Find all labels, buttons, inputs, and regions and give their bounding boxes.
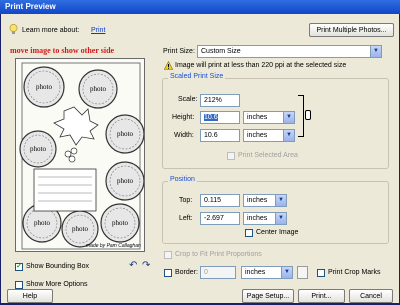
height-value: 10.6: [204, 114, 218, 121]
learn-more-link[interactable]: Print: [91, 27, 105, 34]
chain-link-icon[interactable]: [305, 110, 311, 120]
print-preview-image[interactable]: photo photo photo photo photo photo phot…: [15, 58, 145, 252]
photo-label: photo: [36, 83, 52, 91]
crop-to-fit-label: Crop to Fit Print Proportions: [175, 251, 262, 258]
left-unit-select[interactable]: inches ▼: [243, 212, 287, 225]
border-checkbox[interactable]: [164, 269, 172, 277]
chevron-down-icon: ▼: [283, 112, 294, 123]
photo-label: photo: [72, 225, 88, 233]
print-size-value: Custom Size: [201, 48, 241, 55]
border-color-swatch[interactable]: [297, 266, 308, 279]
print-selected-area-checkbox[interactable]: [227, 152, 235, 160]
window-title: Print Preview: [5, 2, 56, 11]
chevron-down-icon: ▼: [370, 46, 381, 57]
scale-label: Scale:: [178, 96, 198, 103]
width-input[interactable]: 10.6: [200, 129, 240, 142]
width-unit-value: inches: [247, 132, 268, 139]
show-bounding-box-label: Show Bounding Box: [26, 263, 90, 270]
top-input[interactable]: 0.115: [200, 194, 240, 207]
preview-overlay-caption: move image to show other side: [10, 46, 115, 55]
height-input[interactable]: 10.6: [200, 111, 240, 124]
border-label: Border:: [175, 269, 198, 276]
position-legend: Position: [168, 176, 197, 183]
photo-label: photo: [34, 219, 50, 227]
photo-label: photo: [30, 145, 46, 153]
crop-to-fit-checkbox[interactable]: [164, 251, 172, 259]
cancel-button[interactable]: Cancel: [349, 289, 393, 303]
help-button[interactable]: Help: [7, 289, 53, 303]
print-size-warning: Image will print at less than 220 ppi at…: [175, 62, 347, 69]
chevron-down-icon: ▼: [281, 267, 292, 278]
width-unit-select[interactable]: inches ▼: [243, 129, 295, 142]
print-button[interactable]: Print...: [298, 289, 345, 303]
warning-icon: [163, 60, 174, 70]
center-image-checkbox[interactable]: [245, 229, 253, 237]
footer-credit: made by Pam Callaghan: [86, 243, 141, 249]
page-setup-button[interactable]: Page Setup...: [242, 289, 294, 303]
show-more-options-checkbox[interactable]: [15, 281, 23, 289]
height-unit-select[interactable]: inches ▼: [243, 111, 295, 124]
print-size-select[interactable]: Custom Size ▼: [197, 45, 382, 58]
print-preview-dialog: Learn more about: Print Print Multiple P…: [1, 14, 399, 303]
left-label: Left:: [179, 215, 193, 222]
show-more-options-label: Show More Options: [26, 281, 88, 288]
constrain-proportions-bracket: [298, 95, 304, 137]
height-label: Height:: [172, 114, 195, 121]
photo-label: photo: [112, 219, 128, 227]
border-unit-select[interactable]: inches ▼: [241, 266, 293, 279]
top-label: Top:: [179, 197, 193, 204]
lightbulb-icon: [9, 24, 18, 35]
center-image-label: Center Image: [256, 229, 299, 236]
learn-more-label: Learn more about:: [22, 27, 80, 34]
chevron-down-icon: ▼: [283, 130, 294, 141]
print-crop-marks-label: Print Crop Marks: [328, 269, 381, 276]
left-input[interactable]: -2.697: [200, 212, 240, 225]
rotate-left-icon[interactable]: ↶: [129, 261, 139, 271]
print-crop-marks-checkbox[interactable]: [317, 269, 325, 277]
height-unit-value: inches: [247, 114, 268, 121]
border-unit-value: inches: [245, 269, 266, 276]
print-selected-area-label: Print Selected Area: [238, 152, 298, 159]
top-unit-value: inches: [247, 197, 268, 204]
print-multiple-photos-button[interactable]: Print Multiple Photos...: [309, 23, 394, 37]
chevron-down-icon: ▼: [275, 213, 286, 224]
title-bar: Print Preview: [0, 0, 400, 14]
photo-label: photo: [117, 177, 133, 185]
rotate-right-icon[interactable]: ↷: [142, 261, 152, 271]
show-bounding-box-checkbox[interactable]: ✓: [15, 263, 23, 271]
border-input[interactable]: 0: [200, 266, 236, 279]
photo-label: photo: [90, 85, 106, 93]
width-label: Width:: [174, 132, 194, 139]
left-unit-value: inches: [247, 215, 268, 222]
scale-input[interactable]: 212%: [200, 94, 240, 107]
top-unit-select[interactable]: inches ▼: [243, 194, 287, 207]
print-size-label: Print Size:: [163, 48, 195, 55]
scaled-print-size-legend: Scaled Print Size: [168, 73, 226, 80]
photo-label: photo: [117, 130, 133, 138]
chevron-down-icon: ▼: [275, 195, 286, 206]
